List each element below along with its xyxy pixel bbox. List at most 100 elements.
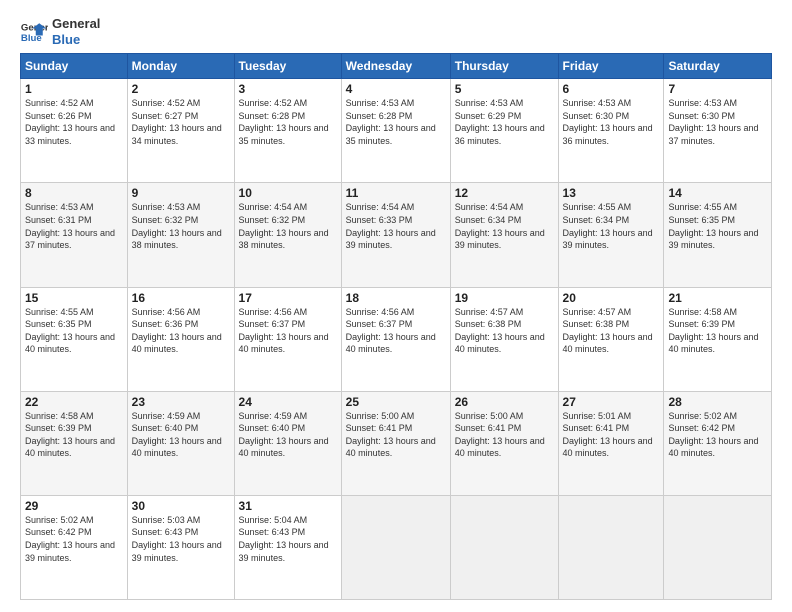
calendar-day-cell: 7 Sunrise: 4:53 AMSunset: 6:30 PMDayligh… — [664, 79, 772, 183]
calendar-day-cell: 29 Sunrise: 5:02 AMSunset: 6:42 PMDaylig… — [21, 495, 128, 599]
calendar-day-cell — [558, 495, 664, 599]
calendar-day-cell: 22 Sunrise: 4:58 AMSunset: 6:39 PMDaylig… — [21, 391, 128, 495]
calendar-day-cell: 1 Sunrise: 4:52 AMSunset: 6:26 PMDayligh… — [21, 79, 128, 183]
calendar-day-cell: 21 Sunrise: 4:58 AMSunset: 6:39 PMDaylig… — [664, 287, 772, 391]
day-number: 26 — [455, 395, 554, 409]
day-number: 18 — [346, 291, 446, 305]
calendar-week-row: 29 Sunrise: 5:02 AMSunset: 6:42 PMDaylig… — [21, 495, 772, 599]
calendar-day-cell: 30 Sunrise: 5:03 AMSunset: 6:43 PMDaylig… — [127, 495, 234, 599]
calendar-day-cell: 17 Sunrise: 4:56 AMSunset: 6:37 PMDaylig… — [234, 287, 341, 391]
calendar-day-header: Sunday — [21, 54, 128, 79]
day-info: Sunrise: 5:03 AMSunset: 6:43 PMDaylight:… — [132, 514, 230, 564]
day-info: Sunrise: 4:55 AMSunset: 6:35 PMDaylight:… — [25, 306, 123, 356]
day-number: 1 — [25, 82, 123, 96]
day-info: Sunrise: 4:55 AMSunset: 6:34 PMDaylight:… — [563, 201, 660, 251]
calendar-day-cell: 4 Sunrise: 4:53 AMSunset: 6:28 PMDayligh… — [341, 79, 450, 183]
day-number: 5 — [455, 82, 554, 96]
calendar-header-row: SundayMondayTuesdayWednesdayThursdayFrid… — [21, 54, 772, 79]
calendar-week-row: 15 Sunrise: 4:55 AMSunset: 6:35 PMDaylig… — [21, 287, 772, 391]
day-info: Sunrise: 4:53 AMSunset: 6:30 PMDaylight:… — [563, 97, 660, 147]
day-info: Sunrise: 4:53 AMSunset: 6:29 PMDaylight:… — [455, 97, 554, 147]
day-info: Sunrise: 5:00 AMSunset: 6:41 PMDaylight:… — [455, 410, 554, 460]
day-number: 13 — [563, 186, 660, 200]
day-info: Sunrise: 4:58 AMSunset: 6:39 PMDaylight:… — [25, 410, 123, 460]
calendar-day-cell: 19 Sunrise: 4:57 AMSunset: 6:38 PMDaylig… — [450, 287, 558, 391]
calendar-table: SundayMondayTuesdayWednesdayThursdayFrid… — [20, 53, 772, 600]
day-info: Sunrise: 5:02 AMSunset: 6:42 PMDaylight:… — [668, 410, 767, 460]
calendar-day-cell: 15 Sunrise: 4:55 AMSunset: 6:35 PMDaylig… — [21, 287, 128, 391]
day-info: Sunrise: 4:54 AMSunset: 6:34 PMDaylight:… — [455, 201, 554, 251]
calendar-day-header: Saturday — [664, 54, 772, 79]
day-number: 15 — [25, 291, 123, 305]
page: General Blue General Blue SundayMondayTu… — [0, 0, 792, 612]
day-info: Sunrise: 4:58 AMSunset: 6:39 PMDaylight:… — [668, 306, 767, 356]
day-info: Sunrise: 4:57 AMSunset: 6:38 PMDaylight:… — [455, 306, 554, 356]
day-number: 19 — [455, 291, 554, 305]
day-number: 2 — [132, 82, 230, 96]
calendar-day-cell: 31 Sunrise: 5:04 AMSunset: 6:43 PMDaylig… — [234, 495, 341, 599]
day-number: 3 — [239, 82, 337, 96]
calendar-day-cell: 11 Sunrise: 4:54 AMSunset: 6:33 PMDaylig… — [341, 183, 450, 287]
calendar-day-cell: 10 Sunrise: 4:54 AMSunset: 6:32 PMDaylig… — [234, 183, 341, 287]
calendar-day-header: Friday — [558, 54, 664, 79]
day-info: Sunrise: 4:53 AMSunset: 6:28 PMDaylight:… — [346, 97, 446, 147]
day-info: Sunrise: 4:56 AMSunset: 6:37 PMDaylight:… — [346, 306, 446, 356]
day-number: 25 — [346, 395, 446, 409]
day-info: Sunrise: 4:55 AMSunset: 6:35 PMDaylight:… — [668, 201, 767, 251]
logo: General Blue General Blue — [20, 16, 100, 47]
day-number: 27 — [563, 395, 660, 409]
day-info: Sunrise: 5:02 AMSunset: 6:42 PMDaylight:… — [25, 514, 123, 564]
day-info: Sunrise: 4:56 AMSunset: 6:36 PMDaylight:… — [132, 306, 230, 356]
day-info: Sunrise: 4:53 AMSunset: 6:30 PMDaylight:… — [668, 97, 767, 147]
day-info: Sunrise: 4:53 AMSunset: 6:32 PMDaylight:… — [132, 201, 230, 251]
day-number: 9 — [132, 186, 230, 200]
logo-icon: General Blue — [20, 18, 48, 46]
day-number: 12 — [455, 186, 554, 200]
day-number: 7 — [668, 82, 767, 96]
calendar-day-cell: 18 Sunrise: 4:56 AMSunset: 6:37 PMDaylig… — [341, 287, 450, 391]
calendar-week-row: 22 Sunrise: 4:58 AMSunset: 6:39 PMDaylig… — [21, 391, 772, 495]
day-number: 30 — [132, 499, 230, 513]
day-info: Sunrise: 4:52 AMSunset: 6:28 PMDaylight:… — [239, 97, 337, 147]
calendar-day-header: Thursday — [450, 54, 558, 79]
day-number: 23 — [132, 395, 230, 409]
day-info: Sunrise: 4:59 AMSunset: 6:40 PMDaylight:… — [239, 410, 337, 460]
day-info: Sunrise: 4:54 AMSunset: 6:32 PMDaylight:… — [239, 201, 337, 251]
day-number: 28 — [668, 395, 767, 409]
day-number: 6 — [563, 82, 660, 96]
calendar-day-cell: 13 Sunrise: 4:55 AMSunset: 6:34 PMDaylig… — [558, 183, 664, 287]
day-number: 16 — [132, 291, 230, 305]
day-number: 24 — [239, 395, 337, 409]
calendar-week-row: 8 Sunrise: 4:53 AMSunset: 6:31 PMDayligh… — [21, 183, 772, 287]
day-info: Sunrise: 4:59 AMSunset: 6:40 PMDaylight:… — [132, 410, 230, 460]
calendar-day-header: Tuesday — [234, 54, 341, 79]
day-info: Sunrise: 4:52 AMSunset: 6:27 PMDaylight:… — [132, 97, 230, 147]
day-number: 31 — [239, 499, 337, 513]
day-info: Sunrise: 4:53 AMSunset: 6:31 PMDaylight:… — [25, 201, 123, 251]
day-info: Sunrise: 4:57 AMSunset: 6:38 PMDaylight:… — [563, 306, 660, 356]
calendar-day-cell — [450, 495, 558, 599]
day-info: Sunrise: 5:01 AMSunset: 6:41 PMDaylight:… — [563, 410, 660, 460]
day-info: Sunrise: 5:04 AMSunset: 6:43 PMDaylight:… — [239, 514, 337, 564]
calendar-day-cell — [341, 495, 450, 599]
calendar-day-cell: 8 Sunrise: 4:53 AMSunset: 6:31 PMDayligh… — [21, 183, 128, 287]
calendar-week-row: 1 Sunrise: 4:52 AMSunset: 6:26 PMDayligh… — [21, 79, 772, 183]
calendar-day-cell: 9 Sunrise: 4:53 AMSunset: 6:32 PMDayligh… — [127, 183, 234, 287]
calendar-day-header: Wednesday — [341, 54, 450, 79]
calendar-day-cell — [664, 495, 772, 599]
logo-blue: Blue — [52, 32, 100, 48]
day-number: 4 — [346, 82, 446, 96]
day-info: Sunrise: 5:00 AMSunset: 6:41 PMDaylight:… — [346, 410, 446, 460]
calendar-day-cell: 24 Sunrise: 4:59 AMSunset: 6:40 PMDaylig… — [234, 391, 341, 495]
calendar-day-cell: 25 Sunrise: 5:00 AMSunset: 6:41 PMDaylig… — [341, 391, 450, 495]
day-number: 10 — [239, 186, 337, 200]
calendar-day-cell: 27 Sunrise: 5:01 AMSunset: 6:41 PMDaylig… — [558, 391, 664, 495]
day-number: 20 — [563, 291, 660, 305]
day-number: 29 — [25, 499, 123, 513]
day-number: 17 — [239, 291, 337, 305]
day-number: 8 — [25, 186, 123, 200]
calendar-day-cell: 6 Sunrise: 4:53 AMSunset: 6:30 PMDayligh… — [558, 79, 664, 183]
header: General Blue General Blue — [20, 16, 772, 47]
calendar-day-cell: 23 Sunrise: 4:59 AMSunset: 6:40 PMDaylig… — [127, 391, 234, 495]
day-number: 21 — [668, 291, 767, 305]
